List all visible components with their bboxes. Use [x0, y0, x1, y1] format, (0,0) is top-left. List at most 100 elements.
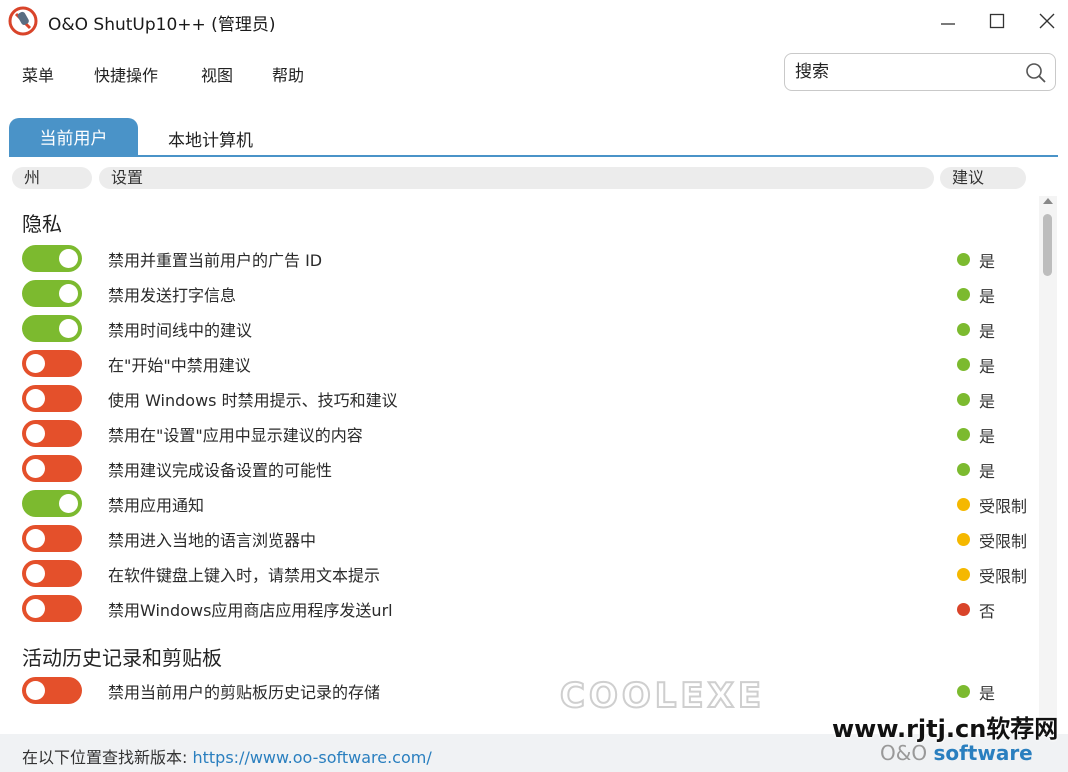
toggle-knob: [59, 494, 78, 513]
menu-item-help[interactable]: 帮助: [272, 62, 304, 86]
toggle-knob: [26, 529, 45, 548]
recommendation-text: 是: [979, 357, 996, 376]
setting-row: 使用 Windows 时禁用提示、技巧和建议 是: [0, 380, 1040, 415]
setting-label: 在"开始"中禁用建议: [108, 356, 251, 375]
toggle-knob: [26, 681, 45, 700]
setting-toggle[interactable]: [22, 525, 82, 552]
scroll-up-arrow-icon[interactable]: [1043, 198, 1053, 204]
setting-toggle[interactable]: [22, 420, 82, 447]
footer-link[interactable]: https://www.oo-software.com/: [192, 748, 431, 767]
recommendation-dot-icon: [957, 393, 970, 406]
brand-logo: O&O software: [880, 741, 1033, 765]
menu-item-quick-actions[interactable]: 快捷操作: [94, 62, 158, 86]
vertical-scrollbar[interactable]: [1039, 196, 1057, 726]
recommendation-dot-icon: [957, 463, 970, 476]
setting-toggle[interactable]: [22, 490, 82, 517]
setting-row: 禁用发送打字信息 是: [0, 275, 1040, 310]
minimize-button[interactable]: [928, 6, 968, 36]
tab-current-user[interactable]: 当前用户: [9, 118, 138, 155]
recommendation-dot-icon: [957, 358, 970, 371]
recommendation-dot-icon: [957, 603, 970, 616]
recommendation-text: 受限制: [979, 532, 1028, 551]
setting-label: 禁用在"设置"应用中显示建议的内容: [108, 426, 363, 445]
setting-toggle[interactable]: [22, 595, 82, 622]
menu-bar: 菜单 快捷操作 视图 帮助: [0, 56, 760, 90]
recommendation-dot-icon: [957, 498, 970, 511]
toggle-knob: [26, 389, 45, 408]
recommendation-dot-icon: [957, 685, 970, 698]
toggle-knob: [59, 249, 78, 268]
column-header-setting[interactable]: 设置: [99, 167, 934, 189]
setting-toggle[interactable]: [22, 677, 82, 704]
recommendation-text: 是: [979, 252, 996, 271]
recommendation-text: 是: [979, 322, 996, 341]
section-title-activity-history: 活动历史记录和剪贴板: [22, 646, 222, 670]
recommendation-text: 是: [979, 684, 996, 703]
setting-toggle[interactable]: [22, 560, 82, 587]
brand-software: software: [933, 741, 1033, 765]
toggle-knob: [26, 459, 45, 478]
setting-toggle[interactable]: [22, 350, 82, 377]
coolexe-watermark: COOLEXE: [559, 675, 766, 717]
setting-label: 禁用发送打字信息: [108, 286, 237, 305]
toggle-knob: [26, 599, 45, 618]
brand-prefix: O&O: [880, 741, 934, 765]
toggle-knob: [59, 319, 78, 338]
setting-toggle[interactable]: [22, 280, 82, 307]
search-input[interactable]: [795, 60, 1015, 84]
column-header-state[interactable]: 州: [12, 167, 92, 189]
setting-label: 禁用Windows应用商店应用程序发送url: [108, 601, 393, 620]
toggle-knob: [59, 284, 78, 303]
tab-local-computer[interactable]: 本地计算机: [168, 126, 253, 151]
setting-toggle[interactable]: [22, 315, 82, 342]
recommendation-text: 受限制: [979, 497, 1028, 516]
setting-label: 禁用进入当地的语言浏览器中: [108, 531, 317, 550]
setting-label: 禁用时间线中的建议: [108, 321, 253, 340]
setting-row: 禁用时间线中的建议 是: [0, 310, 1040, 345]
setting-toggle[interactable]: [22, 385, 82, 412]
maximize-icon: [989, 13, 1005, 29]
title-bar: O&O ShutUp10++ (管理员): [0, 0, 1068, 42]
search-box: [784, 53, 1056, 91]
toggle-knob: [26, 354, 45, 373]
setting-toggle[interactable]: [22, 455, 82, 482]
window-title: O&O ShutUp10++ (管理员): [48, 15, 276, 35]
toggle-knob: [26, 564, 45, 583]
recommendation-text: 是: [979, 462, 996, 481]
recommendation-dot-icon: [957, 428, 970, 441]
minimize-icon: [941, 23, 955, 25]
recommendation-text: 是: [979, 287, 996, 306]
column-header-recommendation[interactable]: 建议: [940, 167, 1026, 189]
recommendation-text: 是: [979, 427, 996, 446]
recommendation-dot-icon: [957, 288, 970, 301]
menu-item-menu[interactable]: 菜单: [22, 62, 54, 86]
setting-toggle[interactable]: [22, 245, 82, 272]
tab-underline: [9, 155, 1058, 157]
setting-label: 使用 Windows 时禁用提示、技巧和建议: [108, 391, 398, 410]
footer-text: 在以下位置查找新版本: https://www.oo-software.com/: [22, 744, 432, 768]
shield-logo-icon: [8, 6, 38, 36]
close-button[interactable]: [1027, 6, 1067, 36]
recommendation-dot-icon: [957, 568, 970, 581]
setting-row: 在"开始"中禁用建议 是: [0, 345, 1040, 380]
setting-row: 禁用在"设置"应用中显示建议的内容 是: [0, 415, 1040, 450]
setting-row: 禁用Windows应用商店应用程序发送url 否: [0, 590, 1040, 625]
footer-label: 在以下位置查找新版本:: [22, 748, 193, 767]
recommendation-text: 是: [979, 392, 996, 411]
setting-label: 在软件键盘上键入时，请禁用文本提示: [108, 566, 381, 585]
setting-row: 禁用当前用户的剪贴板历史记录的存储 是: [0, 672, 1040, 707]
setting-row: 禁用进入当地的语言浏览器中 受限制: [0, 520, 1040, 555]
menu-item-view[interactable]: 视图: [201, 62, 233, 86]
setting-row: 禁用并重置当前用户的广告 ID 是: [0, 240, 1040, 275]
close-icon: [1039, 13, 1055, 29]
search-icon[interactable]: [1025, 62, 1047, 84]
recommendation-text: 受限制: [979, 567, 1028, 586]
maximize-button[interactable]: [977, 6, 1017, 36]
setting-label: 禁用并重置当前用户的广告 ID: [108, 251, 323, 270]
scrollbar-thumb[interactable]: [1043, 214, 1052, 276]
recommendation-dot-icon: [957, 253, 970, 266]
setting-row: 在软件键盘上键入时，请禁用文本提示 受限制: [0, 555, 1040, 590]
setting-row: 禁用应用通知 受限制: [0, 485, 1040, 520]
setting-row: 禁用建议完成设备设置的可能性 是: [0, 450, 1040, 485]
recommendation-dot-icon: [957, 533, 970, 546]
